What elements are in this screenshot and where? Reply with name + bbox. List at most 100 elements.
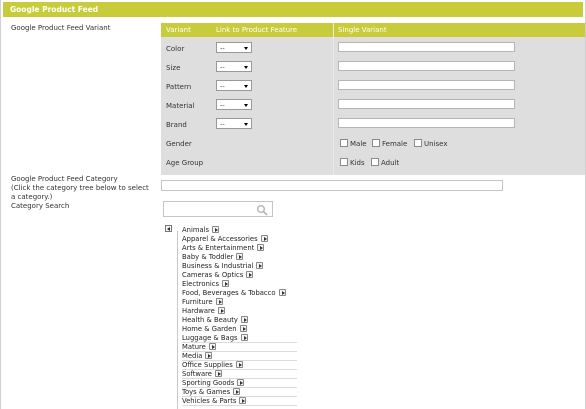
expand-icon[interactable] <box>214 369 222 377</box>
collapse-tree-icon[interactable] <box>165 225 172 232</box>
tree-item[interactable]: Arts & Entertainment <box>182 243 302 253</box>
tree-item-label[interactable]: Mature <box>182 343 206 351</box>
expand-icon[interactable] <box>260 234 268 242</box>
color-single-variant-input[interactable] <box>338 42 515 52</box>
size-single-variant-input[interactable] <box>338 61 515 71</box>
category-search-input[interactable] <box>163 201 273 217</box>
expand-icon[interactable] <box>215 297 223 305</box>
expand-icon[interactable] <box>240 315 248 323</box>
tree-item-label[interactable]: Arts & Entertainment <box>182 244 254 252</box>
color-feature-select[interactable]: -- <box>216 42 252 53</box>
category-input[interactable] <box>161 180 503 191</box>
tree-item[interactable]: Business & Industrial <box>182 261 302 271</box>
expand-icon[interactable] <box>212 225 220 233</box>
tree-item-label[interactable]: Toys & Games <box>182 388 230 396</box>
tree-item-label[interactable]: Cameras & Optics <box>182 271 243 279</box>
tree-item-label[interactable]: Hardware <box>182 307 215 315</box>
expand-icon[interactable] <box>256 261 264 269</box>
tree-item[interactable]: Furniture <box>182 297 302 307</box>
header-single-variant: Single Variant <box>338 26 387 34</box>
row-label-age-group: Age Group <box>166 159 204 167</box>
gender-unisex-label: Unisex <box>424 140 448 148</box>
expand-icon[interactable] <box>236 252 244 260</box>
tree-item-label[interactable]: Home & Garden <box>182 325 237 333</box>
header-variant: Variant <box>166 26 191 34</box>
pattern-single-variant-input[interactable] <box>338 80 515 90</box>
tree-item[interactable]: Software <box>182 369 297 379</box>
tree-item-label[interactable]: Media <box>182 352 202 360</box>
tree-item-label[interactable]: Food, Beverages & Tobacco <box>182 289 276 297</box>
tree-item[interactable]: Mature <box>182 342 297 352</box>
expand-icon[interactable] <box>233 387 241 395</box>
tree-item-label[interactable]: Furniture <box>182 298 213 306</box>
expand-icon[interactable] <box>239 396 247 404</box>
size-feature-select[interactable]: -- <box>216 61 252 72</box>
tree-item-label[interactable]: Animals <box>182 226 209 234</box>
google-product-feed-panel: Google Product Feed Google Product Feed … <box>0 0 586 409</box>
tree-item[interactable]: Animals <box>182 225 302 235</box>
expand-icon[interactable] <box>217 306 225 314</box>
row-label-brand: Brand <box>166 121 187 129</box>
header-link-feature: Link to Product Feature <box>216 26 298 34</box>
tree-item-label[interactable]: Vehicles & Parts <box>182 397 236 405</box>
tree-item[interactable]: Hardware <box>182 306 302 316</box>
expand-icon[interactable] <box>239 324 247 332</box>
gender-female-checkbox[interactable] <box>372 139 380 147</box>
gender-female-label: Female <box>382 140 408 148</box>
search-icon[interactable] <box>256 204 268 216</box>
tree-item[interactable]: Food, Beverages & Tobacco <box>182 288 302 298</box>
variant-table: Variant Link to Product Feature Single V… <box>161 23 585 175</box>
tree-item[interactable]: Home & Garden <box>182 324 302 334</box>
variant-label: Google Product Feed Variant <box>11 24 111 32</box>
tree-item[interactable]: Apparel & Accessories <box>182 234 302 244</box>
tree-item[interactable]: Office Supplies <box>182 360 297 370</box>
category-label-hint: (Click the category tree below to select <box>11 184 149 192</box>
brand-single-variant-input[interactable] <box>338 118 515 128</box>
expand-icon[interactable] <box>257 243 265 251</box>
tree-item[interactable]: Cameras & Optics <box>182 270 302 280</box>
tree-item[interactable]: Electronics <box>182 279 302 289</box>
expand-icon[interactable] <box>278 288 286 296</box>
tree-item[interactable]: Sporting Goods <box>182 378 297 388</box>
tree-item[interactable]: Luggage & Bags <box>182 333 297 343</box>
material-single-variant-input[interactable] <box>338 99 515 109</box>
expand-icon[interactable] <box>246 270 254 278</box>
tree-item-label[interactable]: Business & Industrial <box>182 262 253 270</box>
expand-icon[interactable] <box>208 342 216 350</box>
age-kids-checkbox[interactable] <box>340 158 348 166</box>
tree-item[interactable]: Vehicles & Parts <box>182 396 297 406</box>
tree-item-label[interactable]: Sporting Goods <box>182 379 234 387</box>
tree-item-label[interactable]: Luggage & Bags <box>182 334 238 342</box>
pattern-feature-select[interactable]: -- <box>216 80 252 91</box>
tree-item[interactable]: Toys & Games <box>182 387 297 397</box>
tree-guide-line <box>177 231 178 409</box>
age-adult-label: Adult <box>381 159 400 167</box>
row-label-material: Material <box>166 102 195 110</box>
expand-icon[interactable] <box>237 378 245 386</box>
tree-item-label[interactable]: Electronics <box>182 280 219 288</box>
brand-feature-select[interactable]: -- <box>216 118 252 129</box>
gender-unisex-checkbox[interactable] <box>414 139 422 147</box>
expand-icon[interactable] <box>222 279 230 287</box>
category-label-hint-cont: a category.) <box>11 193 53 201</box>
tree-item[interactable]: Media <box>182 351 297 361</box>
gender-male-checkbox[interactable] <box>340 139 348 147</box>
tree-item-label[interactable]: Software <box>182 370 212 378</box>
panel-title: Google Product Feed <box>3 2 583 17</box>
tree-item[interactable]: Health & Beauty <box>182 315 302 325</box>
column-divider <box>333 23 334 175</box>
expand-icon[interactable] <box>240 333 248 341</box>
row-label-color: Color <box>166 45 185 53</box>
age-adult-checkbox[interactable] <box>371 158 379 166</box>
tree-item-label[interactable]: Office Supplies <box>182 361 233 369</box>
expand-icon[interactable] <box>235 360 243 368</box>
gender-male-label: Male <box>350 140 367 148</box>
tree-item-label[interactable]: Health & Beauty <box>182 316 238 324</box>
tree-item-label[interactable]: Baby & Toddler <box>182 253 233 261</box>
expand-icon[interactable] <box>205 351 213 359</box>
row-label-gender: Gender <box>166 140 192 148</box>
material-feature-select[interactable]: -- <box>216 99 252 110</box>
tree-item-label[interactable]: Apparel & Accessories <box>182 235 258 243</box>
category-tree: Animals Apparel & Accessories Arts & Enter… <box>182 225 302 406</box>
tree-item[interactable]: Baby & Toddler <box>182 252 302 262</box>
